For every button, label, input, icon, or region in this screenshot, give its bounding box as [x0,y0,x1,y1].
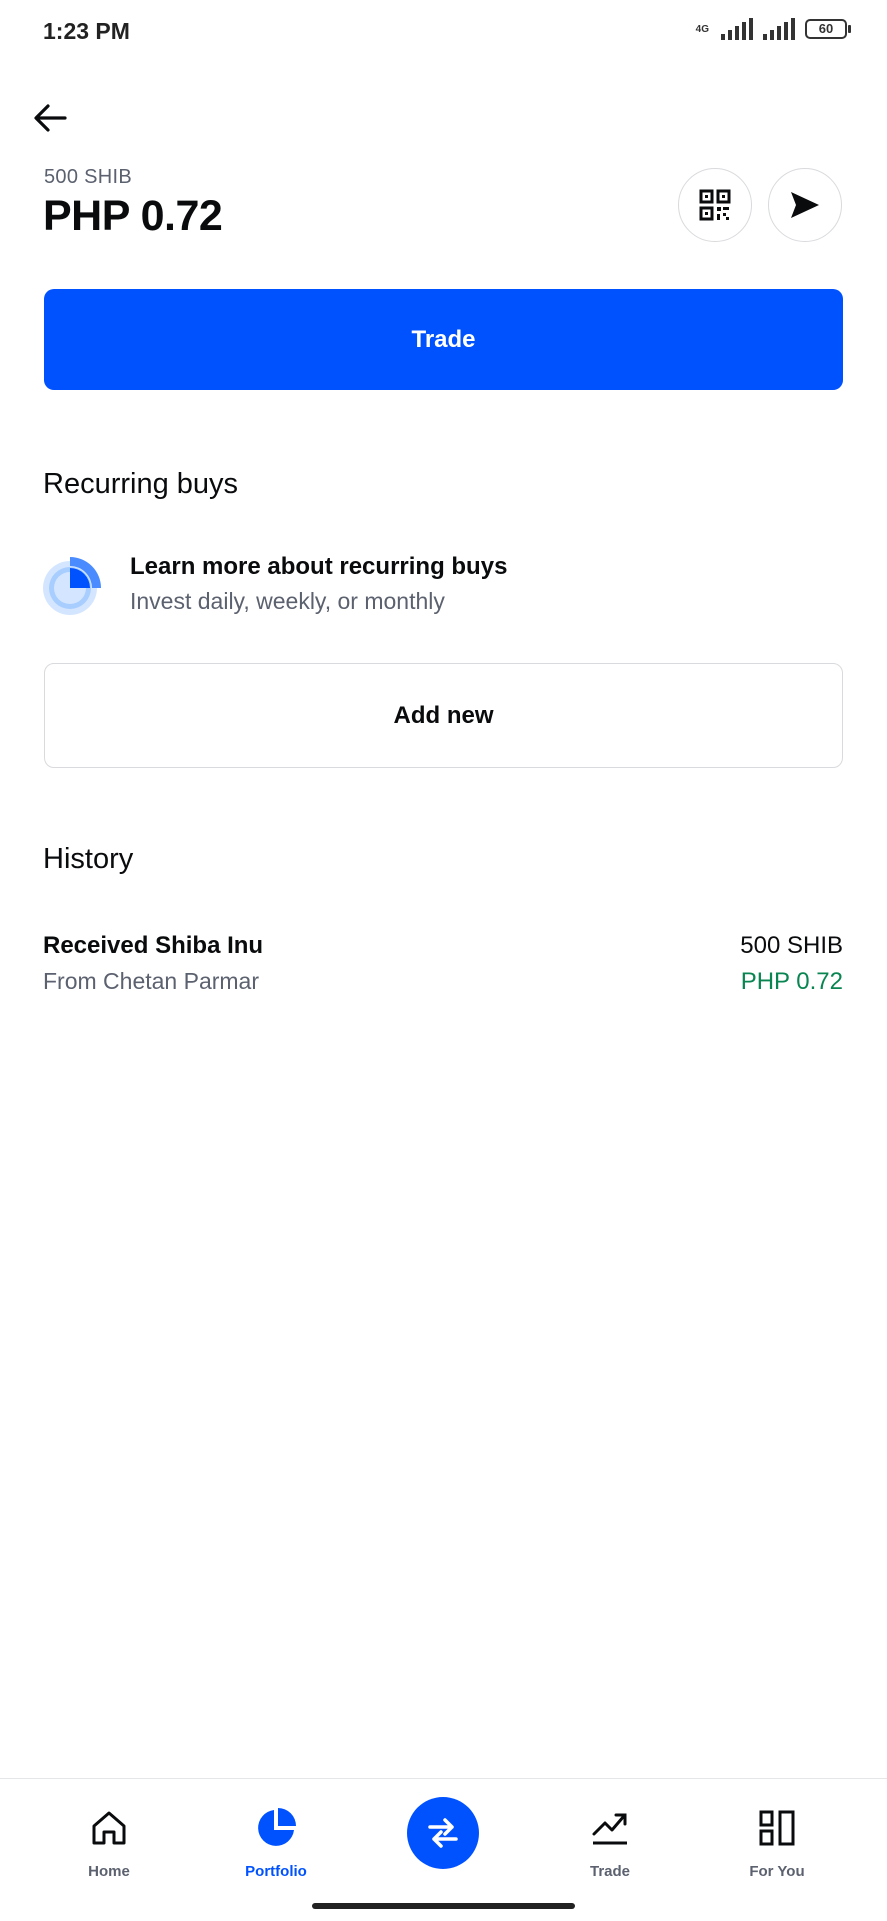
home-indicator [312,1903,575,1909]
back-button[interactable] [28,96,72,140]
send-icon [791,192,819,218]
recurring-learn-subtitle: Invest daily, weekly, or monthly [130,588,445,614]
nav-label-portfolio: Portfolio [245,1863,307,1880]
qr-code-icon [699,189,731,221]
nav-for-you[interactable]: For You [717,1779,837,1909]
history-title: History [43,843,134,875]
layout-icon [756,1807,798,1849]
battery-icon: 60 [805,19,851,39]
nav-home[interactable]: Home [49,1779,169,1909]
signal-icon-2 [763,18,795,40]
nav-trade[interactable]: Trade [550,1779,670,1909]
nav-label-trade: Trade [589,1863,631,1880]
nav-label-home: Home [88,1863,130,1880]
network-type: 4G [695,23,709,35]
history-value: PHP 0.72 [740,968,843,995]
recurring-buys-icon [42,554,104,616]
signal-icon [721,18,753,40]
history-name: Received Shiba Inu [43,932,264,959]
trend-up-icon [589,1807,631,1849]
crypto-balance: 500 SHIB [44,166,133,188]
history-row[interactable]: Received Shiba Inu From Chetan Parmar 50… [43,932,843,1004]
status-time: 1:23 PM [43,18,130,44]
trade-button[interactable]: Trade [44,289,843,390]
fiat-balance: PHP 0.72 [43,192,223,240]
receive-qr-button[interactable] [678,168,752,242]
history-amount: 500 SHIB [740,932,843,959]
home-icon [88,1807,130,1849]
nav-label-for-you: For You [749,1863,805,1880]
pie-chart-icon [255,1807,297,1849]
send-button[interactable] [768,168,842,242]
add-recurring-button[interactable]: Add new [44,663,843,768]
recurring-learn-title[interactable]: Learn more about recurring buys [130,553,507,581]
status-icons: 4G 60 [695,18,851,40]
nav-portfolio[interactable]: Portfolio [216,1779,336,1909]
convert-fab-button[interactable] [407,1797,479,1869]
swap-arrows-icon [428,1818,458,1848]
recurring-buys-title: Recurring buys [43,468,239,500]
arrow-left-icon [34,104,67,132]
history-from: From Chetan Parmar [43,968,260,994]
